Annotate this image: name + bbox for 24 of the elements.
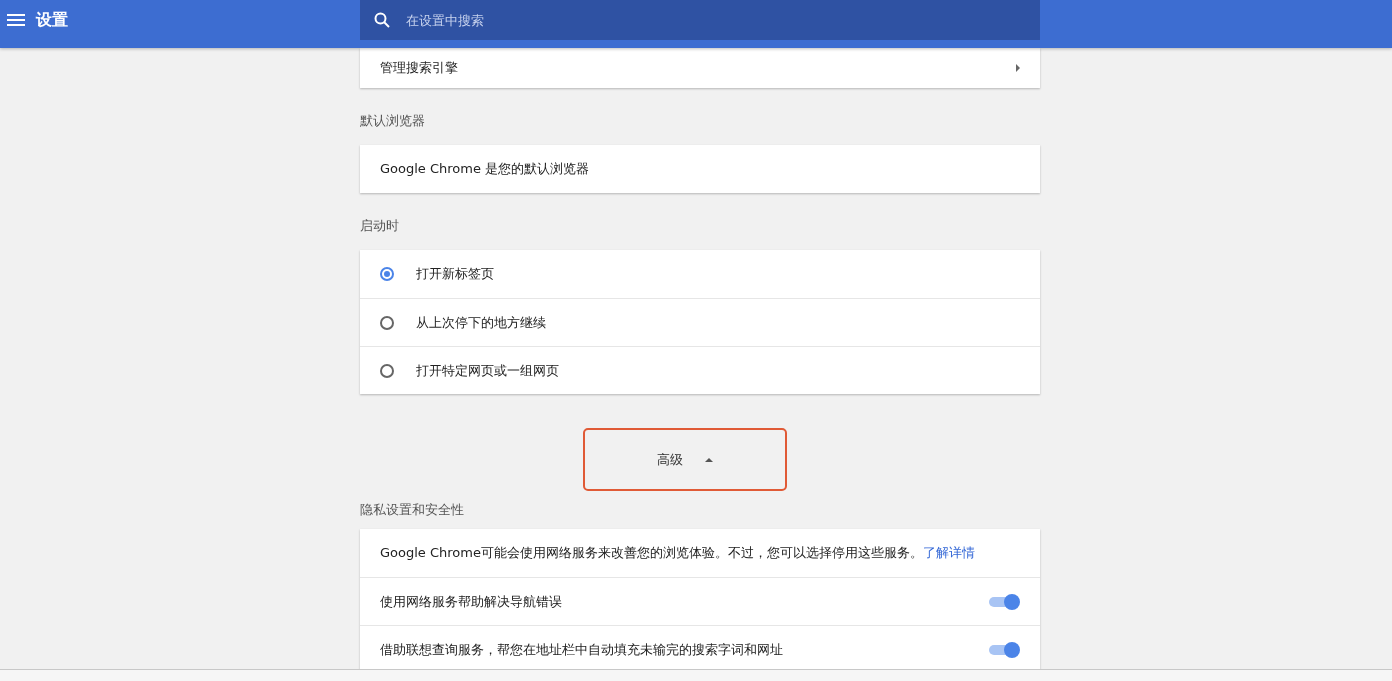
page-title: 设置 (36, 9, 68, 31)
toggle-switch[interactable] (988, 641, 1020, 658)
setting-label: 使用网络服务帮助解决导航错误 (380, 592, 563, 611)
description-text: Google Chrome 是您的默认浏览器 (380, 160, 590, 178)
toggle-switch[interactable] (988, 593, 1020, 610)
radio-button[interactable] (380, 267, 394, 281)
advanced-button[interactable]: 高级 (583, 428, 787, 491)
radio-label[interactable]: 打开新标签页 (416, 265, 494, 283)
arrow-right-icon[interactable] (1016, 64, 1020, 72)
radio-label[interactable]: 打开特定网页或一组网页 (416, 361, 559, 380)
row-label[interactable]: 管理搜索引擎 (380, 59, 458, 77)
search-input[interactable]: 在设置中搜索 (404, 11, 1040, 29)
radio-button[interactable] (380, 315, 394, 330)
search-icon (374, 12, 390, 28)
menu-icon[interactable] (7, 14, 25, 26)
section-heading: 隐私设置和安全性 (360, 501, 465, 519)
learn-more-link[interactable]: 了解详情 (922, 545, 975, 560)
section-heading: 启动时 (360, 217, 400, 235)
description-text: Google Chrome可能会使用网络服务来改善您的浏览体验。不过，您可以选择停用这些服务。了解详情 (380, 544, 975, 562)
radio-button[interactable] (380, 363, 394, 378)
setting-label: 借助联想查询服务，帮您在地址栏中自动填充未输完的搜索字词和网址 (380, 640, 784, 659)
section-heading: 默认浏览器 (360, 112, 426, 130)
radio-label[interactable]: 从上次停下的地方继续 (416, 313, 546, 332)
search-field[interactable]: 在设置中搜索 (360, 0, 1040, 40)
